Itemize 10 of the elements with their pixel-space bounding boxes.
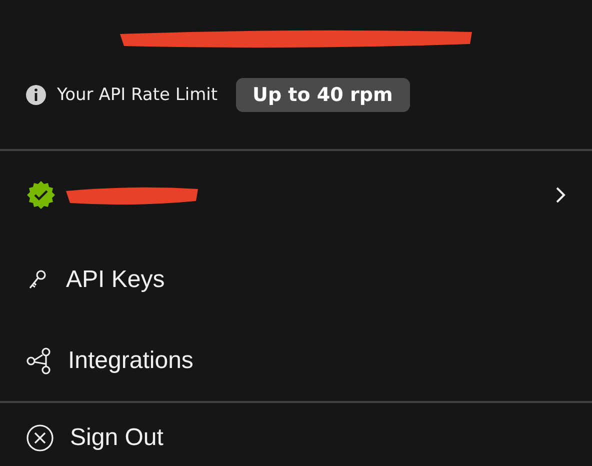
menu-item[interactable]: API Keys <box>0 239 592 320</box>
sign-out-item[interactable]: Sign Out <box>0 403 592 466</box>
menu-item[interactable]: Integrations <box>0 320 592 401</box>
sign-out-label: Sign Out <box>70 424 164 452</box>
close-circle-icon <box>26 424 54 452</box>
rate-limit-value: Up to 40 rpm <box>236 78 410 112</box>
rate-limit-label: Your API Rate Limit <box>57 85 218 105</box>
chevron-right-icon <box>554 186 566 204</box>
info-icon <box>25 84 47 106</box>
connections-icon <box>26 346 52 374</box>
